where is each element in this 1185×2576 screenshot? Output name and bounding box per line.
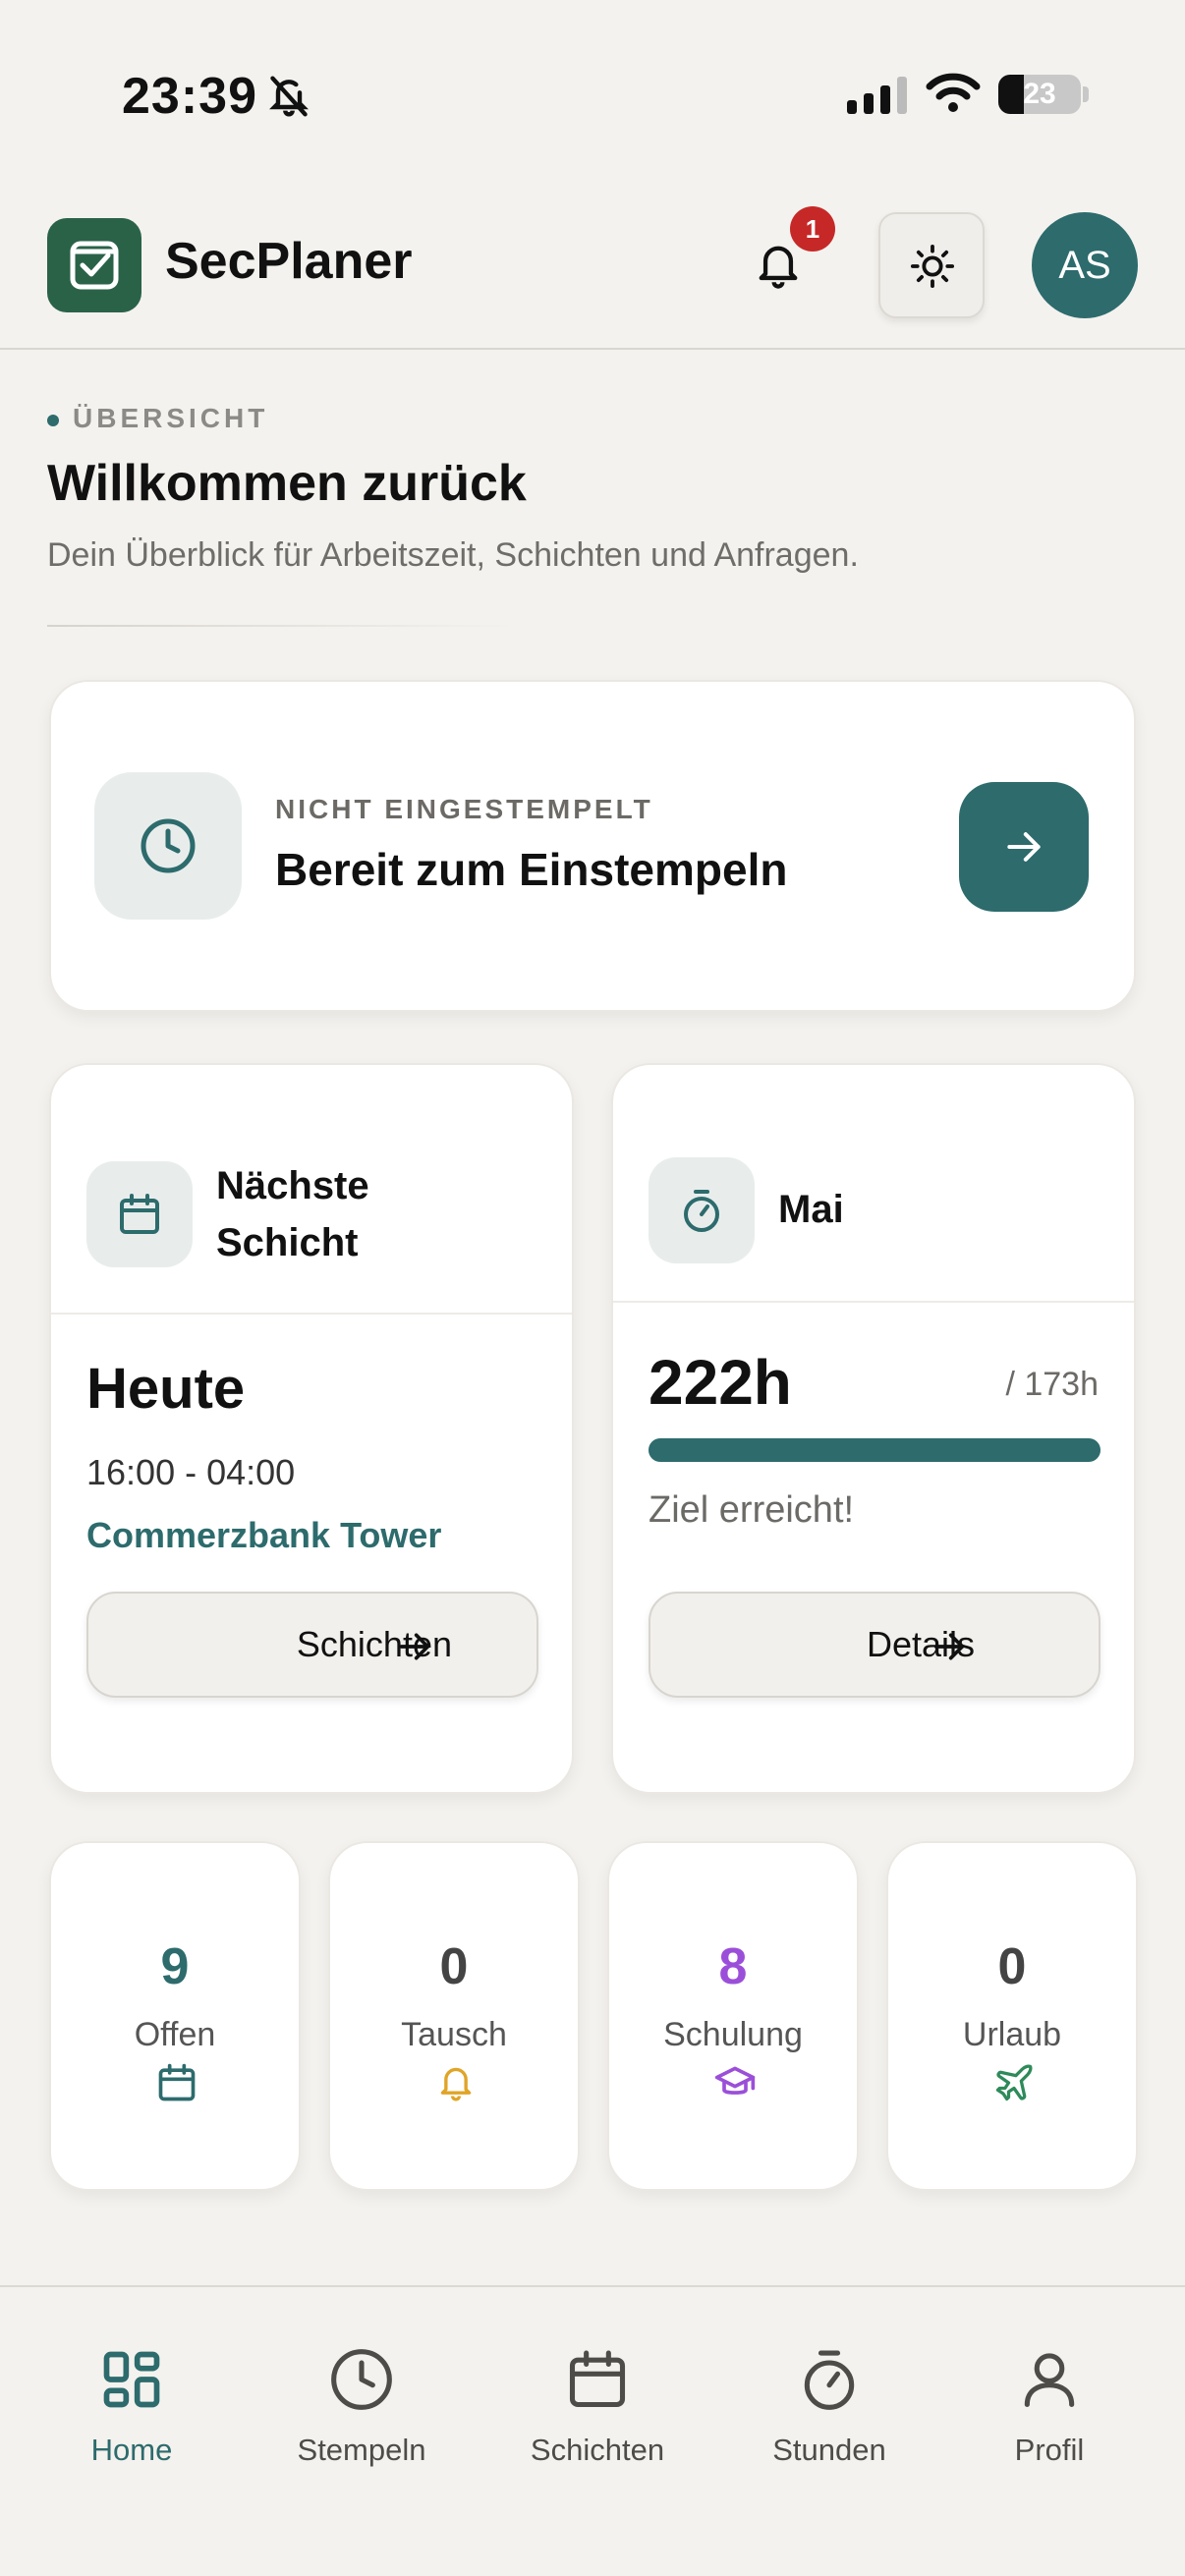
status-time: 23:39 (122, 68, 257, 125)
section-kicker: ÜBERSICHT (47, 403, 268, 434)
clock-title: Bereit zum Einstempeln (275, 844, 788, 895)
notification-badge: 1 (790, 206, 835, 252)
shifts-button[interactable]: Schichten (86, 1592, 538, 1698)
clock-in-card[interactable]: NICHT EINGESTEMPELT Bereit zum Einstempe… (49, 680, 1136, 1012)
clock-status: NICHT EINGESTEMPELT (275, 794, 653, 824)
bottom-navigation: Home Stempeln Schichten Stunden Profil (0, 2285, 1185, 2576)
stat-label: Urlaub (962, 2016, 1062, 2053)
wifi-icon (926, 73, 981, 112)
stat-value: 9 (160, 1938, 190, 1995)
shift-time: 16:00 - 04:00 (86, 1452, 296, 1492)
clock-icon-container (94, 772, 242, 920)
nav-item-clock-in[interactable]: Stempeln (263, 2317, 460, 2474)
shift-location: Commerzbank Tower (86, 1515, 442, 1555)
app-header: SecPlaner 1 AS (0, 196, 1185, 350)
divider (47, 625, 519, 627)
monthly-hours-card: Mai 222h / 173h Ziel erreicht! Details (611, 1063, 1136, 1794)
plane-icon (995, 2064, 1033, 2101)
stopwatch-icon-container (649, 1157, 755, 1263)
details-button-label: Details (866, 1624, 975, 1664)
nav-item-shifts[interactable]: Schichten (499, 2317, 696, 2474)
page-title: Willkommen zurück (47, 455, 527, 512)
month-title: Mai (778, 1188, 844, 1231)
clock-icon (141, 818, 196, 873)
cellular-signal-icon (847, 77, 907, 114)
bell-icon (440, 2067, 472, 2101)
user-avatar[interactable]: AS (1032, 212, 1138, 318)
battery-level: 23 (1023, 78, 1056, 110)
stopwatch-icon (804, 2350, 855, 2410)
checkbox-logo-icon (70, 241, 119, 290)
stat-label: Offen (134, 2016, 216, 2053)
nav-label: Stempeln (297, 2433, 426, 2467)
stat-card-training[interactable]: 8 Schulung (607, 1841, 859, 2191)
clock-in-button[interactable] (959, 782, 1089, 912)
battery-indicator: 23 (998, 75, 1081, 114)
nav-label: Stunden (772, 2433, 886, 2467)
theme-toggle-button[interactable] (878, 212, 985, 318)
stat-card-open[interactable]: 9 Offen (49, 1841, 301, 2191)
arrow-right-icon (399, 1633, 430, 1660)
stopwatch-icon (684, 1190, 719, 1232)
stat-label: Tausch (401, 2016, 507, 2053)
user-icon (1024, 2353, 1075, 2408)
stat-card-swap[interactable]: 0 Tausch (328, 1841, 580, 2191)
card-separator (51, 1313, 572, 1315)
grid-icon (103, 2351, 160, 2408)
app-logo (47, 218, 141, 312)
next-shift-card: Nächste Schicht Heute 16:00 - 04:00 Comm… (49, 1063, 574, 1794)
nav-label: Profil (1014, 2433, 1085, 2467)
next-shift-title-line1: Nächste (216, 1164, 369, 1207)
bell-muted-icon (269, 76, 309, 117)
nav-item-home[interactable]: Home (33, 2317, 230, 2474)
stat-value: 0 (997, 1938, 1027, 1995)
calendar-icon (158, 2063, 196, 2101)
details-button[interactable]: Details (649, 1592, 1100, 1698)
calendar-icon (120, 1194, 159, 1234)
card-separator (613, 1301, 1134, 1303)
app-name: SecPlaner (165, 233, 413, 290)
nav-label: Schichten (530, 2433, 665, 2467)
arrow-right-icon (933, 1633, 965, 1660)
status-bar: 23:39 23 (0, 0, 1185, 187)
stat-value: 0 (439, 1938, 469, 1995)
nav-item-profile[interactable]: Profil (951, 2317, 1148, 2474)
shift-day: Heute (86, 1357, 246, 1421)
next-shift-title-line2: Schicht (216, 1221, 359, 1264)
nav-item-hours[interactable]: Stunden (731, 2317, 928, 2474)
goal-status-text: Ziel erreicht! (649, 1489, 855, 1531)
hours-value: 222h (649, 1347, 792, 1418)
nav-label: Home (90, 2433, 173, 2467)
hours-goal: / 173h (1005, 1366, 1099, 1403)
graduation-cap-icon (714, 2066, 756, 2095)
bell-icon (759, 246, 798, 289)
clock-icon (331, 2349, 392, 2410)
stat-card-vacation[interactable]: 0 Urlaub (886, 1841, 1138, 2191)
stat-label: Schulung (663, 2016, 803, 2053)
page-subtitle: Dein Überblick für Arbeitszeit, Schichte… (47, 536, 859, 574)
stat-value: 8 (718, 1938, 748, 1995)
kicker-dot (47, 414, 59, 426)
arrow-right-icon (1007, 832, 1041, 862)
kicker-text: ÜBERSICHT (73, 403, 269, 433)
hours-progress-bar (649, 1438, 1100, 1462)
hours-progress-fill (649, 1438, 1100, 1462)
calendar-icon-container (86, 1161, 193, 1267)
sun-icon (910, 244, 955, 289)
next-shift-title: Nächste Schicht (216, 1157, 369, 1271)
calendar-icon (569, 2350, 626, 2408)
